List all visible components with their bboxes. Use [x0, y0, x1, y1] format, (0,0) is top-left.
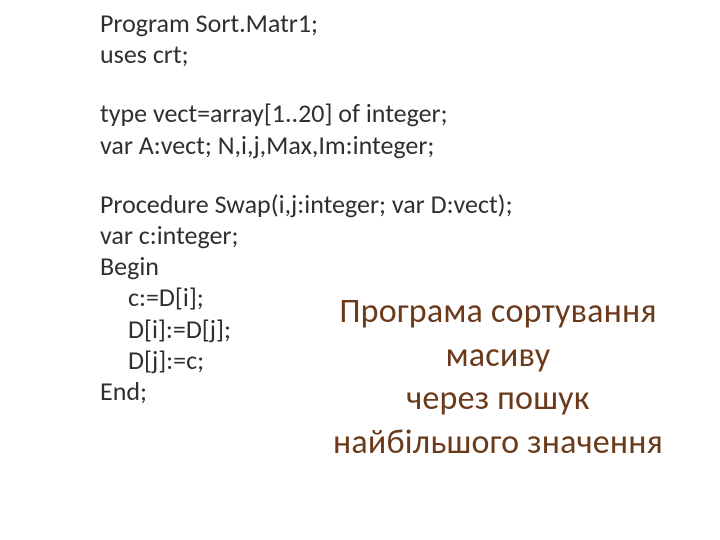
title-line: найбільшого значення — [278, 421, 718, 465]
paragraph-gap — [100, 70, 620, 98]
title-line: масиву — [278, 334, 718, 378]
slide: Program Sort.Matr1; uses crt; type vect=… — [0, 0, 720, 540]
title-line: Програма сортування — [278, 290, 718, 334]
paragraph-gap — [100, 161, 620, 189]
code-line: var c:integer; — [100, 220, 620, 251]
code-line: Procedure Swap(i,j:integer; var D:vect); — [100, 189, 620, 220]
code-line: Program Sort.Matr1; — [100, 8, 620, 39]
code-line: Begin — [100, 251, 620, 282]
code-line: var A:vect; N,i,j,Max,Im:integer; — [100, 130, 620, 161]
slide-title: Програма сортування масиву через пошук н… — [278, 290, 718, 464]
code-line: uses crt; — [100, 39, 620, 70]
code-line: type vect=array[1..20] of integer; — [100, 98, 620, 129]
title-line: через пошук — [278, 377, 718, 421]
